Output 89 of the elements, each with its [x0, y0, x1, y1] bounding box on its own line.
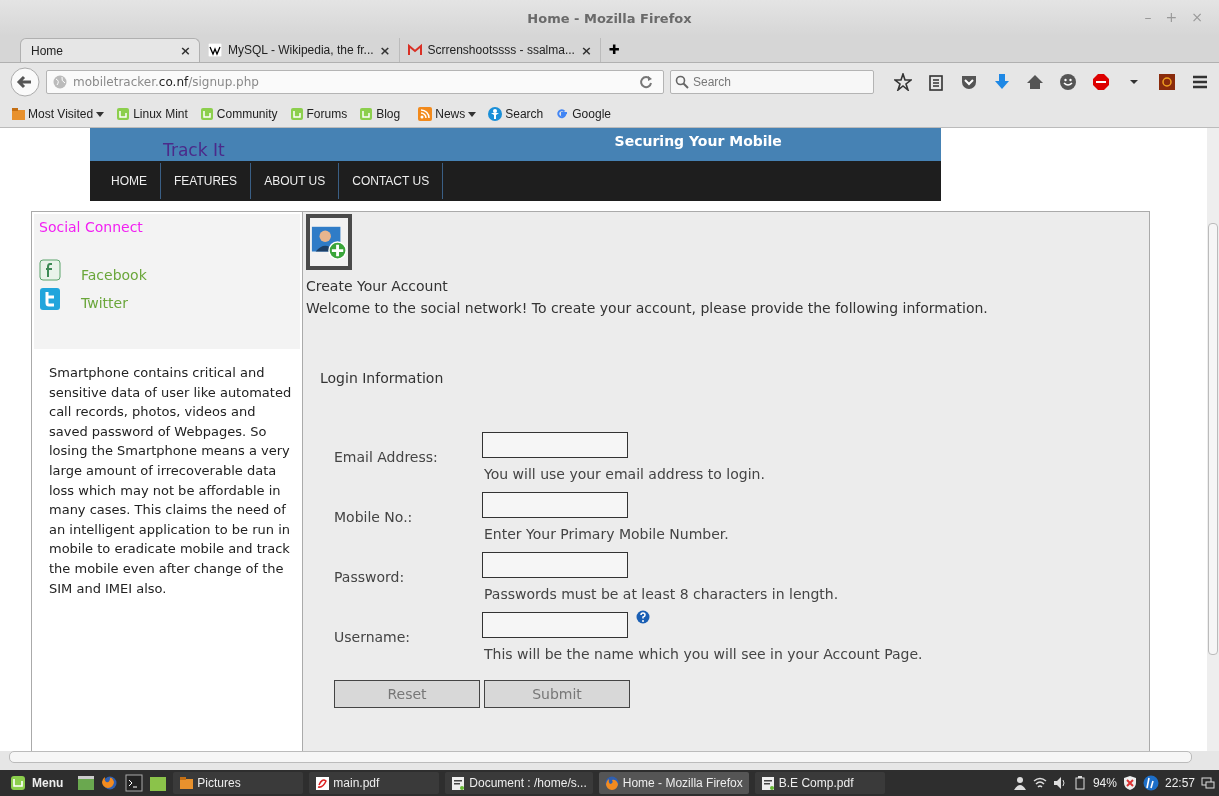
- search-field[interactable]: Search: [670, 70, 874, 94]
- browser-tab[interactable]: Home ×: [20, 38, 200, 62]
- vertical-scrollbar[interactable]: [1207, 128, 1219, 751]
- field-hint: Passwords must be at least 8 characters in length.: [484, 586, 840, 602]
- nav-link[interactable]: HOME: [98, 163, 161, 199]
- browser-tab[interactable]: MySQL - Wikipedia, the fr... ×: [200, 38, 400, 62]
- person-icon: [488, 107, 503, 121]
- bookmark-item[interactable]: News: [418, 107, 477, 121]
- form-title: Create Your Account: [306, 278, 449, 294]
- stop-sign-icon[interactable]: [1092, 73, 1110, 91]
- volume-icon[interactable]: [1052, 776, 1067, 790]
- bookmark-item[interactable]: Community: [199, 107, 278, 121]
- smiley-icon[interactable]: [1059, 73, 1077, 91]
- tab-title: Scrrenshootssss - ssalma...: [427, 43, 575, 57]
- document-icon: [451, 776, 466, 790]
- field-label: Username:: [334, 629, 412, 647]
- folder-icon: [179, 776, 194, 790]
- field-hint: Enter Your Primary Mobile Number.: [484, 526, 730, 542]
- horizontal-scrollbar[interactable]: [9, 751, 1192, 763]
- taskbar-window-button[interactable]: main.pdf: [309, 772, 440, 794]
- taskbar-window-button[interactable]: Pictures: [173, 772, 304, 794]
- twitter-icon[interactable]: [39, 287, 61, 311]
- document-icon: [760, 776, 775, 790]
- show-desktop-icon[interactable]: [1201, 776, 1215, 790]
- globe-icon: [53, 75, 67, 89]
- tab-close-button[interactable]: ×: [379, 42, 391, 58]
- folder-icon: [11, 107, 25, 121]
- input-field[interactable]: [482, 552, 628, 578]
- folder-icon[interactable]: [149, 774, 168, 792]
- google-icon: [555, 107, 570, 121]
- mail-icon: [407, 43, 422, 57]
- help-icon[interactable]: [636, 610, 650, 624]
- menu-icon[interactable]: [1191, 73, 1209, 91]
- new-tab-button[interactable]: ✚: [600, 38, 628, 62]
- window-title: Home - Mozilla Firefox: [527, 10, 692, 26]
- facebook-icon[interactable]: [39, 259, 61, 283]
- tab-title: Home: [31, 43, 64, 58]
- field-hint: This will be the name which you will see in your Account Page.: [484, 646, 924, 662]
- field-hint: You will use your email address to login.: [484, 466, 766, 482]
- pdf-icon: [315, 776, 330, 790]
- back-icon[interactable]: [10, 67, 40, 97]
- clipboard-icon[interactable]: [927, 73, 945, 91]
- taskbar-window-button[interactable]: Home - Mozilla Firefox: [598, 772, 749, 794]
- terminal-icon[interactable]: [125, 774, 144, 792]
- firefox-icon: [604, 776, 619, 790]
- start-menu-button[interactable]: Menu: [10, 775, 64, 791]
- taskbar-window-button[interactable]: Document : /home/s...: [445, 772, 593, 794]
- shield-icon[interactable]: [1122, 776, 1137, 790]
- bookmark-item[interactable]: Search: [488, 107, 544, 121]
- site-slogan: Securing Your Mobile: [614, 132, 782, 149]
- tab-close-button[interactable]: ×: [580, 42, 592, 58]
- clock: 22:57: [1164, 776, 1195, 790]
- bookmark-item[interactable]: Google: [555, 107, 611, 121]
- pocket-icon[interactable]: [960, 73, 978, 91]
- battery-level: 94%: [1092, 776, 1117, 790]
- rss-icon: [418, 107, 433, 121]
- star-icon[interactable]: [894, 73, 912, 91]
- download-icon[interactable]: [993, 73, 1011, 91]
- input-field[interactable]: [482, 432, 628, 458]
- bookmark-item[interactable]: Blog: [359, 107, 401, 121]
- bookmark-item[interactable]: Forums: [289, 107, 348, 121]
- bookmark-item[interactable]: Most Visited: [11, 107, 105, 121]
- tab-title: MySQL - Wikipedia, the fr...: [228, 43, 374, 57]
- section-heading: Login Information: [320, 370, 445, 386]
- bookmark-item[interactable]: Linux Mint: [116, 107, 188, 121]
- field-label: Password:: [334, 569, 406, 587]
- nav-link[interactable]: CONTACT US: [339, 163, 444, 199]
- taskbar-window-button[interactable]: B.E Comp.pdf: [754, 772, 885, 794]
- search-icon: [675, 75, 689, 89]
- tab-close-button[interactable]: ×: [180, 43, 191, 58]
- field-label: Mobile No.:: [334, 509, 414, 527]
- input-field[interactable]: [482, 492, 628, 518]
- browser-tab[interactable]: Scrrenshootssss - ssalma... ×: [399, 38, 601, 62]
- social-heading: Social Connect: [39, 219, 144, 235]
- wifi-icon[interactable]: [1032, 776, 1047, 790]
- user-icon[interactable]: [1012, 776, 1027, 790]
- nav-link[interactable]: FEATURES: [161, 163, 252, 199]
- sidebar-paragraph: Smartphone contains critical and sensitive data of user like automated call records, photos, videos and saved password of Webpages. So losing the Smartphone means a very large amount of irrecoverable data loss which may not be affordable in many cases. This claims the need of an intelligent application to be run in mobile to eradicate mobile and track the mobile even after change of the SIM and IMEI also.: [49, 364, 292, 598]
- form-intro: Welcome to the social network! To create your account, please provide the following information.: [306, 300, 989, 316]
- reload-icon[interactable]: [639, 75, 653, 89]
- address-bar[interactable]: mobiletracker.co.nf/signup.php: [46, 70, 664, 94]
- wiki-icon: [208, 43, 222, 57]
- desktop-icon[interactable]: [77, 774, 96, 792]
- nav-link[interactable]: ABOUT US: [251, 163, 340, 199]
- home-icon[interactable]: [1026, 73, 1044, 91]
- battery-icon[interactable]: [1072, 776, 1087, 790]
- url-text: mobiletracker.co.nf/signup.php: [73, 75, 259, 89]
- input-field[interactable]: [482, 612, 628, 638]
- field-label: Email Address:: [334, 449, 439, 467]
